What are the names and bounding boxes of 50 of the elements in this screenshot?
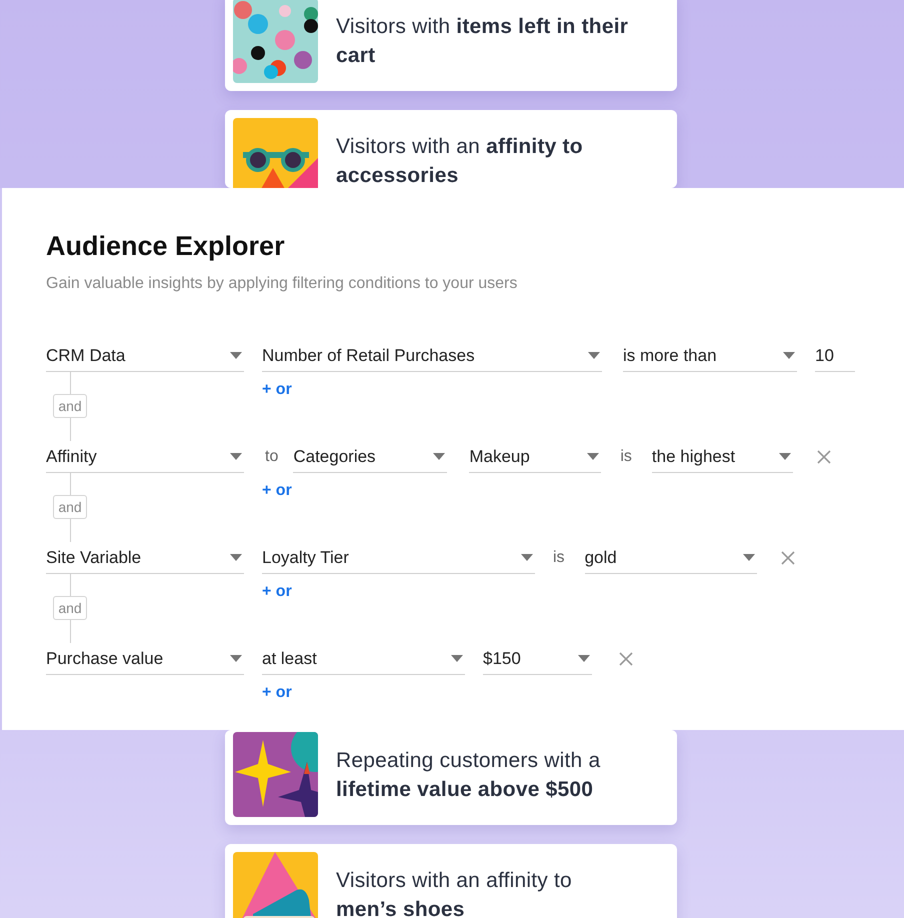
caret-icon — [783, 352, 795, 359]
audience-card[interactable]: Visitors with an affinity to accessories — [225, 110, 677, 188]
caret-icon — [778, 453, 791, 460]
dropdown[interactable]: is more than — [623, 340, 797, 372]
input-field[interactable]: 10 — [815, 340, 855, 372]
close-icon[interactable] — [816, 450, 831, 464]
caret-icon — [587, 453, 600, 460]
add-or-link[interactable]: + or — [262, 378, 292, 402]
panel-subtitle: Gain valuable insights by applying filtering conditions to your users — [46, 274, 518, 294]
caret-icon — [230, 352, 242, 359]
card-text: Repeating customers with a lifetime value above $500 — [336, 748, 602, 802]
audience-card[interactable]: Visitors with an affinity to men’s shoes — [225, 844, 677, 918]
dropdown[interactable]: Purchase value — [46, 643, 244, 675]
dropdown[interactable]: the highest — [652, 441, 793, 473]
card-text: Visitors with an affinity to accessories — [336, 134, 584, 188]
caret-icon — [521, 554, 533, 561]
dropdown[interactable]: $150 — [483, 643, 592, 675]
card-text: Visitors with items left in their cart — [336, 14, 630, 68]
dropdown[interactable]: at least — [262, 643, 465, 675]
panel-title: Audience Explorer — [46, 230, 285, 263]
dropdown[interactable]: Makeup — [469, 441, 602, 473]
and-badge: and — [53, 394, 87, 418]
add-or-link[interactable]: + or — [262, 479, 292, 503]
caret-icon — [230, 453, 242, 460]
dropdown[interactable]: Number of Retail Purchases — [262, 340, 602, 372]
connector-word: is — [553, 548, 565, 568]
close-icon[interactable] — [619, 652, 633, 666]
caret-icon — [433, 453, 446, 460]
and-badge: and — [53, 495, 87, 519]
dropdown[interactable]: Affinity — [46, 441, 244, 473]
and-badge: and — [53, 596, 87, 620]
dropdown[interactable]: Site Variable — [46, 542, 244, 574]
add-or-link[interactable]: + or — [262, 580, 292, 604]
caret-icon — [578, 655, 590, 662]
caret-icon — [230, 554, 242, 561]
caret-icon — [451, 655, 463, 662]
audience-card[interactable]: Visitors with items left in their cart — [225, 0, 677, 91]
card-text: Visitors with an affinity to men’s shoes — [336, 868, 573, 918]
close-icon[interactable] — [780, 551, 795, 565]
connector-word: to — [265, 447, 278, 467]
connector-word: is — [620, 447, 632, 467]
caret-icon — [230, 655, 242, 662]
caret-icon — [742, 554, 755, 561]
dropdown[interactable]: gold — [584, 542, 757, 574]
add-or-link[interactable]: + or — [262, 681, 292, 705]
dropdown[interactable]: Loyalty Tier — [262, 542, 535, 574]
caret-icon — [588, 352, 600, 359]
dropdown[interactable]: CRM Data — [46, 340, 244, 372]
dropdown[interactable]: Categories — [293, 441, 448, 473]
audience-card[interactable]: Repeating customers with a lifetime value above $500 — [225, 730, 677, 825]
